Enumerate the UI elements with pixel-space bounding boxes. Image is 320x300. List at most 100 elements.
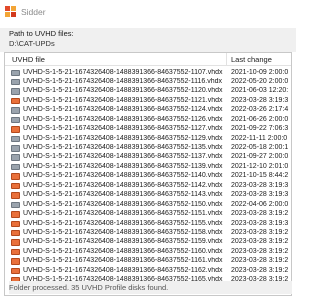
path-value: D:\CAT-UPDs — [9, 39, 55, 48]
path-label: Path to UVHD files: — [9, 29, 74, 38]
list-item[interactable]: UVHD-S-1-5-21-1674326408-1488391366-8463… — [5, 144, 291, 153]
disk-orange-icon — [11, 239, 20, 246]
disk-orange-icon — [11, 248, 20, 256]
file-name: UVHD-S-1-5-21-1674326408-1488391366-8463… — [23, 257, 223, 265]
list-item[interactable]: UVHD-S-1-5-21-1674326408-1488391366-8463… — [5, 106, 291, 115]
disk-gray-icon — [11, 154, 20, 161]
list-header: UVHD file Last change — [5, 53, 291, 66]
file-name: UVHD-S-1-5-21-1674326408-1488391366-8463… — [23, 106, 223, 114]
last-change-date: 2021-10-15 8:44:2 — [231, 172, 289, 180]
disk-orange-icon — [11, 220, 20, 227]
file-name: UVHD-S-1-5-21-1674326408-1488391366-8463… — [23, 181, 223, 189]
disk-gray-icon — [11, 88, 20, 95]
file-name: UVHD-S-1-5-21-1674326408-1488391366-8463… — [23, 191, 223, 199]
last-change-date: 2023-03-28 3:19:3 — [231, 219, 289, 227]
last-change-date: 2023-03-28 3:19:2 — [231, 247, 289, 255]
last-change-date: 2023-03-28 3:19:3 — [231, 96, 289, 104]
file-name: UVHD-S-1-5-21-1674326408-1488391366-8463… — [23, 247, 223, 255]
list-item[interactable]: UVHD-S-1-5-21-1674326408-1488391366-8463… — [5, 200, 291, 209]
uvhd-file-list[interactable]: UVHD file Last change UVHD-S-1-5-21-1674… — [4, 52, 292, 296]
file-name: UVHD-S-1-5-21-1674326408-1488391366-8463… — [23, 68, 223, 76]
column-separator[interactable] — [226, 53, 227, 66]
disk-orange-icon — [11, 173, 20, 180]
last-change-date: 2023-03-28 3:19:3 — [231, 181, 289, 189]
file-name: UVHD-S-1-5-21-1674326408-1488391366-8463… — [23, 200, 223, 208]
list-item[interactable]: UVHD-S-1-5-21-1674326408-1488391366-8463… — [5, 172, 291, 181]
last-change-date: 2021-10-09 2:00:0 — [231, 68, 289, 76]
last-change-date: 2022-11-11 2:00:0 — [231, 134, 288, 142]
file-name: UVHD-S-1-5-21-1674326408-1488391366-8463… — [23, 172, 223, 180]
file-name: UVHD-S-1-5-21-1674326408-1488391366-8463… — [23, 219, 223, 227]
last-change-date: 2023-03-28 3:19:2 — [231, 257, 289, 265]
list-item[interactable]: UVHD-S-1-5-21-1674326408-1488391366-8463… — [5, 210, 291, 219]
list-item[interactable]: UVHD-S-1-5-21-1674326408-1488391366-8463… — [5, 96, 291, 105]
list-item[interactable]: UVHD-S-1-5-21-1674326408-1488391366-8463… — [5, 181, 291, 190]
file-name: UVHD-S-1-5-21-1674326408-1488391366-8463… — [23, 134, 223, 142]
list-item[interactable]: UVHD-S-1-5-21-1674326408-1488391366-8463… — [5, 87, 291, 96]
disk-gray-icon — [11, 145, 20, 152]
disk-orange-icon — [11, 97, 20, 105]
file-name: UVHD-S-1-5-21-1674326408-1488391366-8463… — [23, 115, 223, 123]
list-item[interactable]: UVHD-S-1-5-21-1674326408-1488391366-8463… — [5, 257, 291, 266]
file-name: UVHD-S-1-5-21-1674326408-1488391366-8463… — [23, 144, 223, 151]
disk-gray-icon — [11, 78, 20, 86]
disk-orange-icon — [11, 211, 20, 218]
disk-orange-icon — [11, 267, 20, 275]
last-change-date: 2022-05-20 2:00:0 — [231, 77, 289, 85]
disk-orange-icon — [11, 182, 20, 190]
disk-gray-icon — [11, 116, 20, 124]
disk-gray-icon — [11, 107, 20, 114]
disk-orange-icon — [11, 126, 20, 133]
list-item[interactable]: UVHD-S-1-5-21-1674326408-1488391366-8463… — [5, 247, 291, 256]
disk-gray-icon — [11, 163, 20, 171]
disk-gray-icon — [11, 135, 20, 143]
list-item[interactable]: UVHD-S-1-5-21-1674326408-1488391366-8463… — [5, 191, 291, 200]
file-name: UVHD-S-1-5-21-1674326408-1488391366-8463… — [23, 87, 223, 95]
last-change-date: 2023-03-28 3:19:3 — [231, 191, 289, 199]
file-name: UVHD-S-1-5-21-1674326408-1488391366-8463… — [23, 266, 223, 274]
last-change-date: 2022-05-18 2:00:1 — [231, 144, 289, 151]
list-item[interactable]: UVHD-S-1-5-21-1674326408-1488391366-8463… — [5, 219, 291, 228]
title-bar: Sidder — [0, 0, 296, 28]
file-name: UVHD-S-1-5-21-1674326408-1488391366-8463… — [23, 210, 223, 218]
status-text: Folder processed. 35 UVHD Profile disks … — [9, 283, 169, 292]
list-rows: UVHD-S-1-5-21-1674326408-1488391366-8463… — [5, 68, 291, 295]
list-item[interactable]: UVHD-S-1-5-21-1674326408-1488391366-8463… — [5, 77, 291, 86]
list-item[interactable]: UVHD-S-1-5-21-1674326408-1488391366-8463… — [5, 68, 291, 77]
list-item[interactable]: UVHD-S-1-5-21-1674326408-1488391366-8463… — [5, 238, 291, 247]
last-change-date: 2022-04-06 2:00:0 — [231, 200, 289, 208]
last-change-date: 2023-03-28 3:19:2 — [231, 210, 289, 218]
list-item[interactable]: UVHD-S-1-5-21-1674326408-1488391366-8463… — [5, 162, 291, 171]
list-item[interactable]: UVHD-S-1-5-21-1674326408-1488391366-8463… — [5, 153, 291, 162]
disk-gray-icon — [11, 201, 20, 209]
file-name: UVHD-S-1-5-21-1674326408-1488391366-8463… — [23, 77, 222, 85]
last-change-date: 2021-12-10 2:01:0 — [231, 162, 289, 170]
last-change-date: 2022-03-26 2:17:4 — [231, 106, 289, 114]
list-item[interactable]: UVHD-S-1-5-21-1674326408-1488391366-8463… — [5, 228, 291, 237]
app-logo-icon — [5, 6, 16, 17]
column-header-file[interactable]: UVHD file — [12, 55, 45, 64]
last-change-date: 2021-06-03 12:20: — [231, 87, 289, 95]
list-item[interactable]: UVHD-S-1-5-21-1674326408-1488391366-8463… — [5, 125, 291, 134]
window-title: Sidder — [21, 7, 46, 17]
column-header-last-change[interactable]: Last change — [231, 55, 272, 64]
list-item[interactable]: UVHD-S-1-5-21-1674326408-1488391366-8463… — [5, 115, 291, 124]
last-change-date: 2021-06-26 2:00:0 — [231, 115, 289, 123]
file-name: UVHD-S-1-5-21-1674326408-1488391366-8463… — [23, 238, 223, 246]
file-name: UVHD-S-1-5-21-1674326408-1488391366-8463… — [23, 96, 223, 104]
disk-orange-icon — [11, 229, 20, 237]
file-name: UVHD-S-1-5-21-1674326408-1488391366-8463… — [23, 125, 223, 133]
last-change-date: 2021-09-27 2:00:0 — [231, 153, 289, 161]
file-name: UVHD-S-1-5-21-1674326408-1488391366-8463… — [23, 153, 223, 161]
file-name: UVHD-S-1-5-21-1674326408-1488391366-8463… — [23, 162, 223, 170]
file-name: UVHD-S-1-5-21-1674326408-1488391366-8463… — [23, 228, 223, 236]
disk-orange-icon — [11, 192, 20, 199]
disk-orange-icon — [11, 258, 20, 265]
disk-gray-icon — [11, 69, 20, 76]
last-change-date: 2023-03-28 3:19:2 — [231, 228, 289, 236]
last-change-date: 2023-03-28 3:19:2 — [231, 238, 289, 246]
status-bar: Folder processed. 35 UVHD Profile disks … — [9, 281, 292, 294]
list-item[interactable]: UVHD-S-1-5-21-1674326408-1488391366-8463… — [5, 266, 291, 275]
list-item[interactable]: UVHD-S-1-5-21-1674326408-1488391366-8463… — [5, 134, 291, 143]
last-change-date: 2021-09-22 7:06:3 — [231, 125, 289, 133]
